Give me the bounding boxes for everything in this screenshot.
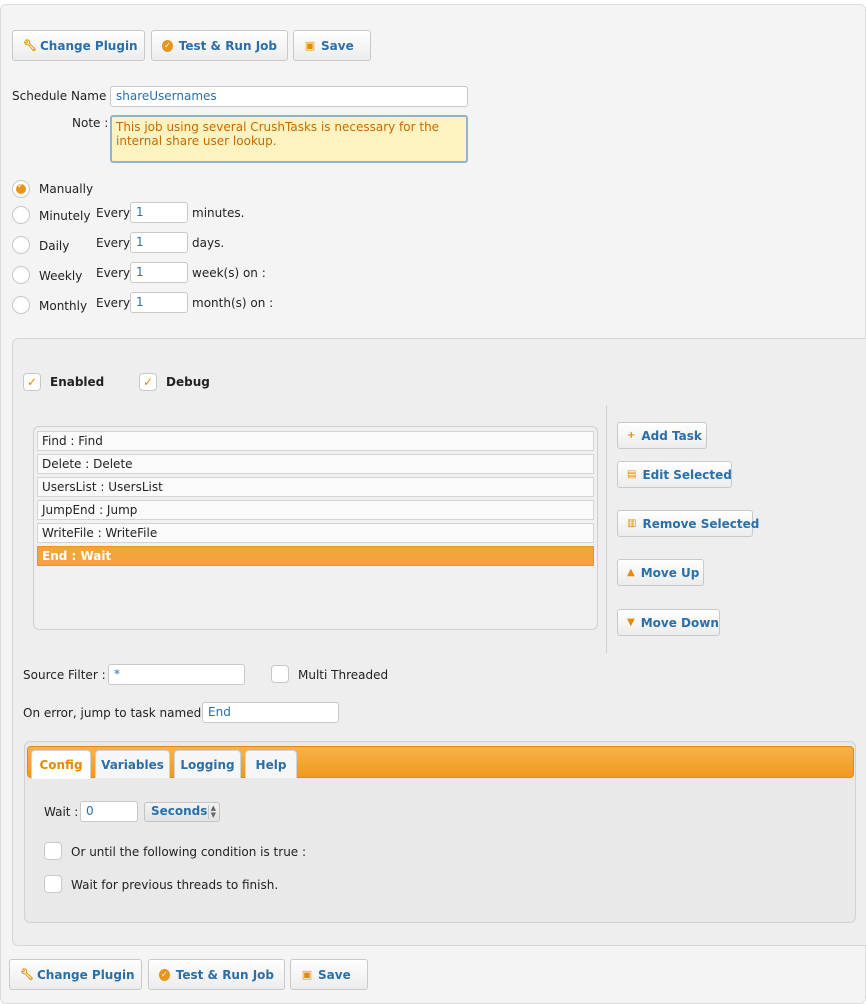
weekly-radio[interactable]: [12, 266, 30, 284]
floppy-icon: ▣: [301, 968, 313, 981]
move-up-button[interactable]: ▲ Move Up: [617, 559, 704, 586]
weekly-interval-input[interactable]: 1: [130, 262, 188, 283]
checkmark-icon: ✓: [142, 375, 154, 389]
triangle-down-icon: ▼: [627, 617, 635, 628]
move-down-label: Move Down: [640, 615, 719, 630]
weekly-unit-label: week(s) on :: [192, 266, 266, 280]
trash-icon: ▥: [627, 518, 637, 529]
document-icon: ▤: [627, 469, 637, 480]
change-plugin-button[interactable]: 🔧︎ Change Plugin: [12, 30, 145, 61]
edit-selected-button[interactable]: ▤ Edit Selected: [617, 461, 732, 488]
minutely-label: Minutely: [39, 209, 91, 223]
note-label: Note :: [72, 116, 109, 130]
tab-help[interactable]: Help: [245, 750, 297, 778]
monthly-label: Monthly: [39, 299, 88, 313]
debug-checkbox[interactable]: ✓: [139, 373, 157, 391]
enabled-checkbox[interactable]: ✓: [23, 373, 41, 391]
on-error-label: On error, jump to task named :: [23, 706, 210, 720]
save-label: Save: [321, 38, 354, 53]
task-item-selected[interactable]: End : Wait: [37, 546, 594, 566]
multi-threaded-label: Multi Threaded: [298, 668, 389, 682]
wrench-icon: 🔧︎: [20, 968, 34, 981]
test-run-button-bottom[interactable]: ✓ Test & Run Job: [148, 959, 285, 990]
change-plugin-label: Change Plugin: [37, 967, 135, 982]
task-item[interactable]: Find : Find: [37, 431, 594, 451]
tab-logging[interactable]: Logging: [174, 750, 241, 778]
weekly-every-label: Every: [96, 266, 131, 280]
wait-unit-value: Seconds: [151, 804, 208, 818]
add-task-button[interactable]: + Add Task: [617, 422, 707, 449]
wait-unit-select[interactable]: Seconds ▲ ▼: [144, 802, 220, 822]
tab-variables[interactable]: Variables: [95, 750, 170, 778]
add-task-label: Add Task: [641, 428, 702, 443]
condition-label: Or until the following condition is true…: [71, 845, 307, 859]
schedule-name-label: Schedule Name :: [12, 89, 115, 103]
minutely-every-label: Every: [96, 206, 131, 220]
manually-label: Manually: [39, 182, 94, 196]
minutely-interval-input[interactable]: 1: [130, 202, 188, 223]
wait-threads-label: Wait for previous threads to finish.: [71, 878, 279, 892]
select-arrows-icon: ▲ ▼: [207, 805, 216, 819]
wrench-icon: 🔧︎: [23, 39, 37, 52]
floppy-icon: ▣: [304, 39, 316, 52]
task-item[interactable]: Delete : Delete: [37, 454, 594, 474]
monthly-unit-label: month(s) on :: [192, 296, 274, 310]
weekly-label: Weekly: [39, 269, 83, 283]
wait-threads-checkbox[interactable]: [44, 875, 62, 893]
edit-selected-label: Edit Selected: [642, 467, 732, 482]
tab-config[interactable]: Config: [31, 750, 91, 779]
enabled-label: Enabled: [50, 375, 105, 389]
move-up-label: Move Up: [640, 565, 700, 580]
test-run-label: Test & Run Job: [178, 38, 277, 53]
minutely-unit-label: minutes.: [192, 206, 245, 220]
plus-icon: +: [627, 430, 636, 441]
change-plugin-button-bottom[interactable]: 🔧︎ Change Plugin: [9, 959, 142, 990]
source-filter-input[interactable]: *: [108, 664, 245, 685]
check-circle-icon: ✓: [162, 39, 173, 52]
wait-input[interactable]: 0: [80, 801, 138, 822]
daily-radio[interactable]: [12, 236, 30, 254]
daily-label: Daily: [39, 239, 70, 253]
remove-selected-label: Remove Selected: [642, 516, 760, 531]
note-textarea[interactable]: This job using several CrushTasks is nec…: [110, 115, 468, 163]
remove-selected-button[interactable]: ▥ Remove Selected: [617, 510, 759, 537]
save-label: Save: [318, 967, 351, 982]
wait-label: Wait :: [44, 805, 79, 819]
daily-interval-input[interactable]: 1: [130, 232, 188, 253]
schedule-name-input[interactable]: shareUsernames: [110, 86, 468, 107]
on-error-input[interactable]: End: [202, 702, 339, 723]
save-button[interactable]: ▣ Save: [293, 30, 371, 61]
task-item[interactable]: UsersList : UsersList: [37, 477, 594, 497]
divider: [606, 405, 607, 653]
move-down-button[interactable]: ▼ Move Down: [617, 609, 720, 636]
test-run-label: Test & Run Job: [175, 967, 274, 982]
change-plugin-label: Change Plugin: [40, 38, 138, 53]
condition-checkbox[interactable]: [44, 842, 62, 860]
test-run-button[interactable]: ✓ Test & Run Job: [151, 30, 288, 61]
triangle-up-icon: ▲: [627, 567, 635, 578]
check-circle-icon: ✓: [159, 968, 170, 981]
monthly-every-label: Every: [96, 296, 131, 310]
source-filter-label: Source Filter :: [23, 668, 106, 682]
minutely-radio[interactable]: [12, 206, 30, 224]
checkmark-icon: ✓: [26, 375, 38, 389]
multi-threaded-checkbox[interactable]: [271, 665, 289, 683]
daily-every-label: Every: [96, 236, 131, 250]
daily-unit-label: days.: [192, 236, 225, 250]
monthly-interval-input[interactable]: 1: [130, 292, 188, 313]
save-button-bottom[interactable]: ▣ Save: [290, 959, 368, 990]
monthly-radio[interactable]: [12, 296, 30, 314]
task-item[interactable]: JumpEnd : Jump: [37, 500, 594, 520]
debug-label: Debug: [166, 375, 210, 389]
task-item[interactable]: WriteFile : WriteFile: [37, 523, 594, 543]
manually-radio[interactable]: [12, 180, 30, 198]
